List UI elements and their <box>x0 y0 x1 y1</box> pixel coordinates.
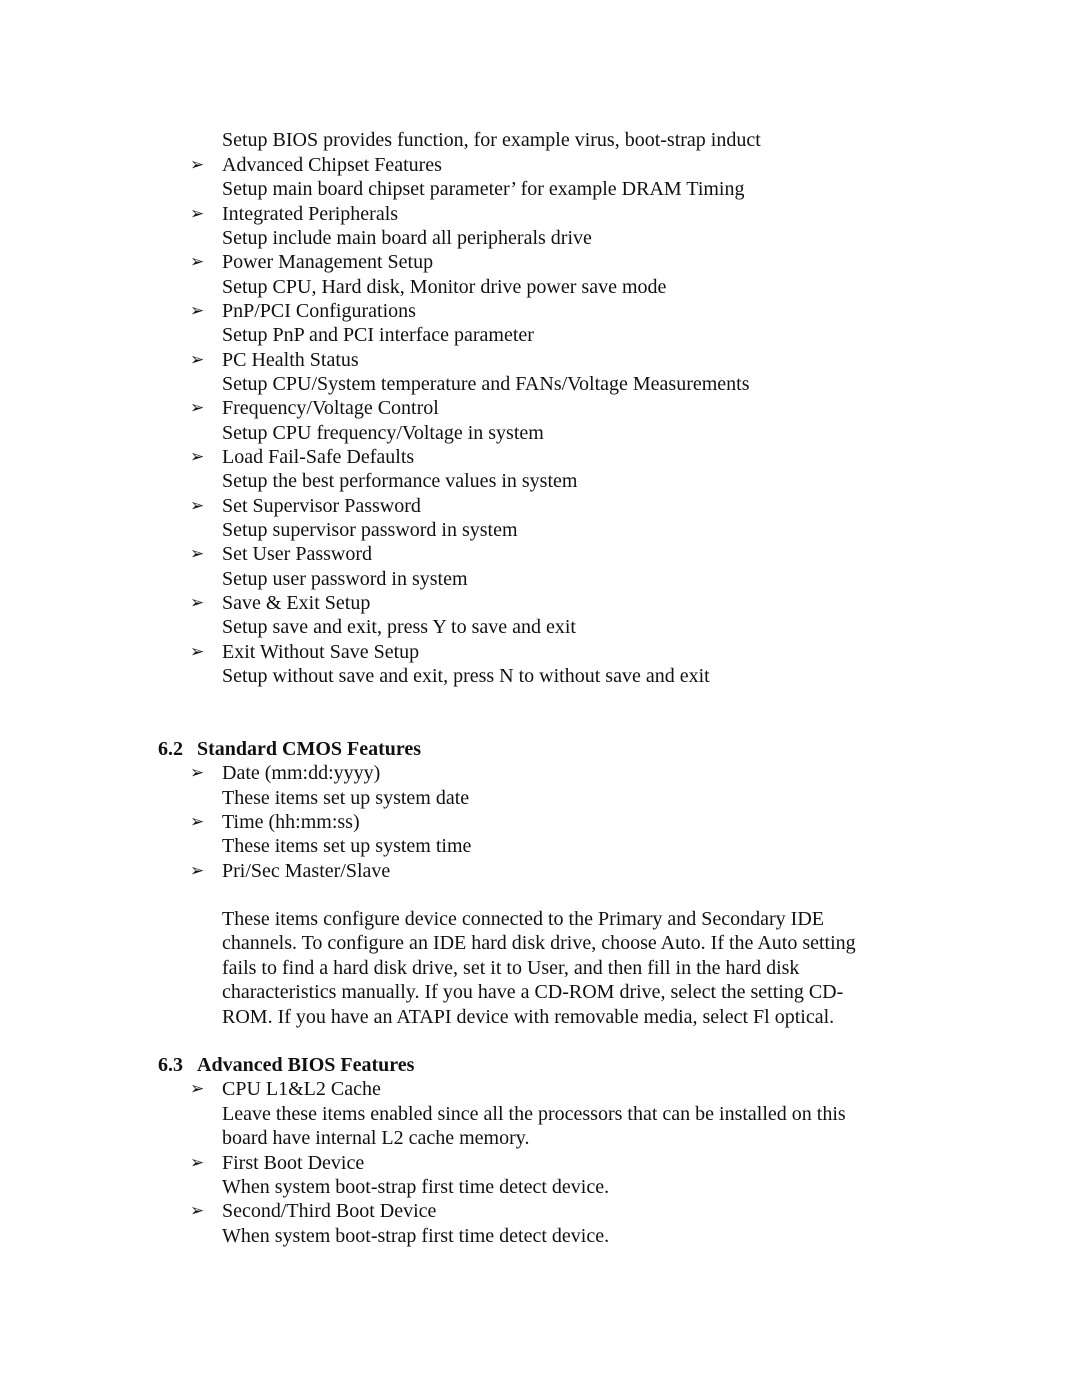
item-title: Date (mm:dd:yyyy) <box>222 762 381 784</box>
section-heading: 6.3 Advanced BIOS Features <box>158 1053 414 1077</box>
right-arrowhead-icon: ➢ <box>190 252 205 271</box>
menu-item-title: Set Supervisor Password <box>222 495 421 517</box>
paragraph-line: ROM. If you have an ATAPI device with re… <box>222 1005 835 1028</box>
menu-item-title: Set User Password <box>222 543 372 565</box>
paragraph-line: characteristics manually. If you have a … <box>222 981 844 1004</box>
right-arrowhead-icon: ➢ <box>190 398 205 417</box>
menu-item-description: Setup without save and exit, press N to … <box>222 665 710 687</box>
menu-item-description: Setup user password in system <box>222 568 468 590</box>
section-heading: 6.2 Standard CMOS Features <box>158 737 421 761</box>
menu-item-title: Frequency/Voltage Control <box>222 397 439 419</box>
item-description: When system boot-strap first time detect… <box>222 1225 610 1247</box>
section-title: Standard CMOS Features <box>197 738 422 760</box>
menu-item-description: Setup CPU frequency/Voltage in system <box>222 422 544 444</box>
menu-item-description: Setup the best performance values in sys… <box>222 470 578 492</box>
menu-item-title: Integrated Peripherals <box>222 203 399 225</box>
menu-item-title: Load Fail-Safe Defaults <box>222 446 415 468</box>
menu-item-title: Power Management Setup <box>222 251 434 273</box>
paragraph-line: channels. To configure an IDE hard disk … <box>222 932 856 955</box>
item-description: These items set up system time <box>222 835 472 857</box>
menu-item-description: Setup save and exit, press Y to save and… <box>222 616 576 638</box>
section-title: Advanced BIOS Features <box>197 1054 415 1076</box>
menu-item-title: PnP/PCI Configurations <box>222 300 416 322</box>
menu-item-title: Exit Without Save Setup <box>222 641 420 663</box>
item-title: Second/Third Boot Device <box>222 1200 437 1222</box>
right-arrowhead-icon: ➢ <box>190 155 205 174</box>
paragraph-line: fails to find a hard disk drive, set it … <box>222 956 800 979</box>
section-number: 6.2 <box>158 738 183 760</box>
menu-item-description: Setup PnP and PCI interface parameter <box>222 324 534 346</box>
right-arrowhead-icon: ➢ <box>190 350 205 369</box>
right-arrowhead-icon: ➢ <box>190 544 205 563</box>
right-arrowhead-icon: ➢ <box>190 1079 205 1098</box>
menu-item-title: PC Health Status <box>222 349 359 371</box>
item-title: Time (hh:mm:ss) <box>222 811 360 833</box>
menu-item-description: Setup main board chipset parameter’ for … <box>222 178 745 200</box>
right-arrowhead-icon: ➢ <box>190 812 205 831</box>
right-arrowhead-icon: ➢ <box>190 496 205 515</box>
menu-item-description: Setup include main board all peripherals… <box>222 227 592 249</box>
right-arrowhead-icon: ➢ <box>190 861 205 880</box>
item-title: First Boot Device <box>222 1152 365 1174</box>
item-description: Leave these items enabled since all the … <box>222 1103 846 1125</box>
right-arrowhead-icon: ➢ <box>190 1153 205 1172</box>
menu-item-description: Setup CPU/System temperature and FANs/Vo… <box>222 373 750 395</box>
menu-item-description: Setup supervisor password in system <box>222 519 518 541</box>
right-arrowhead-icon: ➢ <box>190 1201 205 1220</box>
menu-item-title: Advanced Chipset Features <box>222 154 442 176</box>
item-title: Pri/Sec Master/Slave <box>222 860 391 882</box>
item-description: When system boot-strap first time detect… <box>222 1176 610 1198</box>
paragraph-line: These items configure device connected t… <box>222 908 825 930</box>
right-arrowhead-icon: ➢ <box>190 642 205 661</box>
section-number: 6.3 <box>158 1054 183 1076</box>
item-description: These items set up system date <box>222 787 470 809</box>
item-title: CPU L1&L2 Cache <box>222 1078 381 1100</box>
right-arrowhead-icon: ➢ <box>190 447 205 466</box>
menu-item-description: Setup CPU, Hard disk, Monitor drive powe… <box>222 276 667 298</box>
menu-item-title: Save & Exit Setup <box>222 592 371 614</box>
item-description: board have internal L2 cache memory. <box>222 1127 530 1149</box>
right-arrowhead-icon: ➢ <box>190 204 205 223</box>
ide-configuration-paragraph: These items configure device connected t… <box>222 907 912 1029</box>
right-arrowhead-icon: ➢ <box>190 593 205 612</box>
right-arrowhead-icon: ➢ <box>190 763 205 782</box>
right-arrowhead-icon: ➢ <box>190 301 205 320</box>
intro-description: Setup BIOS provides function, for exampl… <box>222 129 761 151</box>
